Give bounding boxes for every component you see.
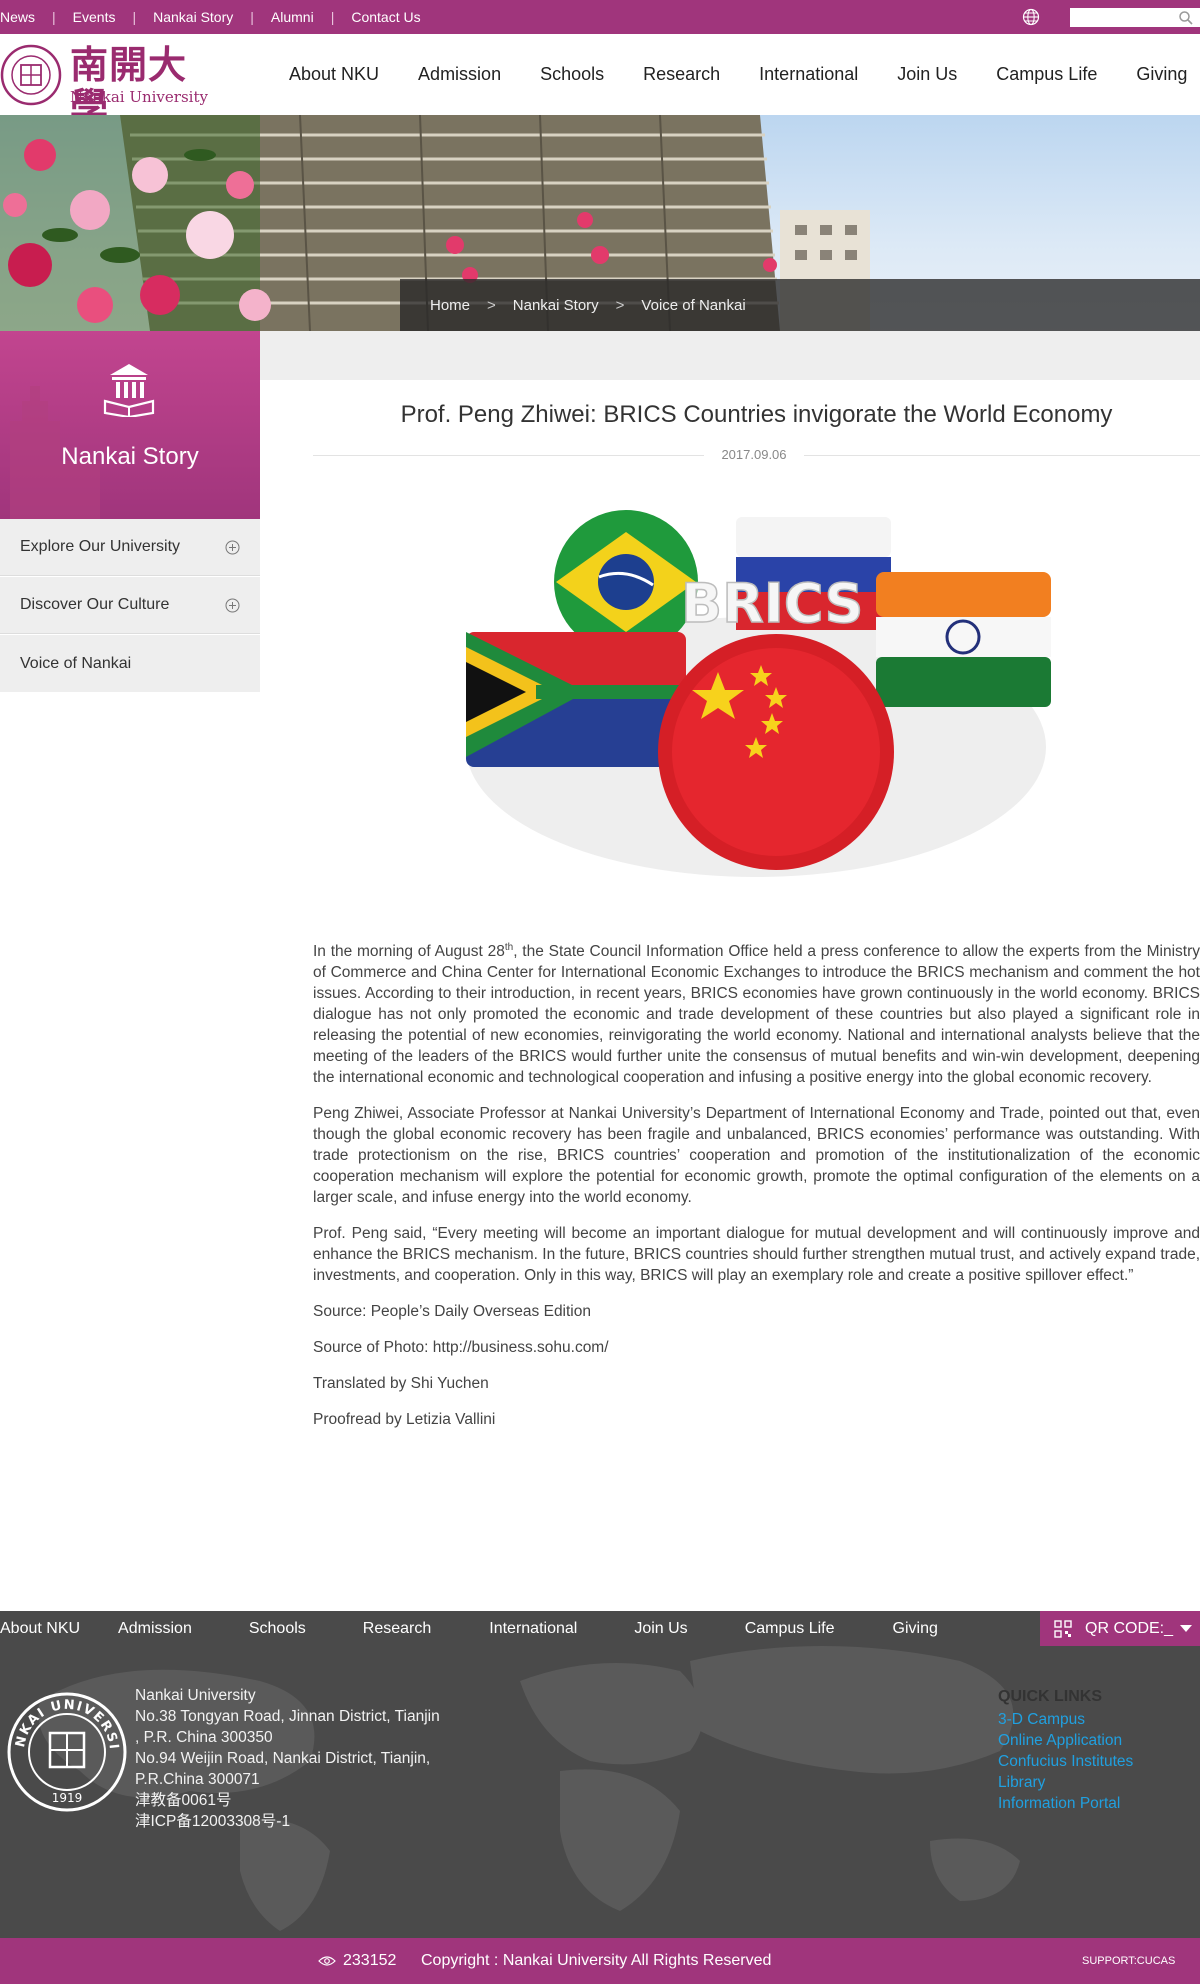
support-link[interactable]: SUPPORT:CUCAS [1082, 1938, 1175, 1984]
top-link-contact-us[interactable]: Contact Us [351, 9, 420, 25]
article-image: BRICS [456, 497, 1056, 897]
logo-english-name: Nankai University [70, 88, 208, 106]
nav-international[interactable]: International [759, 64, 858, 85]
footer-nav-admission[interactable]: Admission [118, 1620, 192, 1638]
university-seal-icon [0, 44, 62, 106]
breadcrumb-voice-of-nankai[interactable]: Voice of Nankai [641, 297, 745, 314]
sidebar-item-discover-our-culture[interactable]: Discover Our Culture [0, 577, 260, 634]
site-logo[interactable]: 南開大學 Nankai University [0, 44, 210, 128]
quick-link-library[interactable]: Library [998, 1772, 1133, 1793]
article-body: In the morning of August 28th, the State… [313, 941, 1200, 1445]
site-footer: About NKU Admission Schools Research Int… [0, 1611, 1200, 1938]
page-banner: Home > Nankai Story > Voice of Nankai [0, 115, 1200, 331]
nav-research[interactable]: Research [643, 64, 720, 85]
article-source: Source: People’s Daily Overseas Edition [313, 1303, 591, 1320]
footer-nav: About NKU Admission Schools Research Int… [0, 1611, 938, 1646]
top-links: News | Events | Nankai Story | Alumni | … [0, 0, 421, 34]
brics-image-text: BRICS [681, 572, 863, 635]
nav-join-us[interactable]: Join Us [897, 64, 957, 85]
breadcrumb-separator: > [615, 296, 625, 314]
quick-link-information-portal[interactable]: Information Portal [998, 1793, 1133, 1814]
footer-nav-international[interactable]: International [489, 1620, 577, 1638]
quick-link-confucius-institutes[interactable]: Confucius Institutes [998, 1751, 1133, 1772]
article-title: Prof. Peng Zhiwei: BRICS Countries invig… [400, 401, 1113, 428]
quick-links-title: QUICK LINKS [998, 1688, 1102, 1705]
footer-address: Nankai University No.38 Tongyan Road, Ji… [135, 1685, 440, 1832]
qr-code-icon [1054, 1620, 1072, 1638]
top-link-events[interactable]: Events [73, 9, 116, 25]
address-line: P.R.China 300071 [135, 1771, 260, 1788]
nav-admission[interactable]: Admission [418, 64, 501, 85]
paragraph-text: , the State Council Information Office h… [313, 943, 1200, 1086]
sidebar-item-label: Explore Our University [20, 538, 181, 555]
separator: | [330, 9, 335, 25]
globe-icon[interactable] [1022, 8, 1040, 26]
visit-count: 233152 [343, 1952, 397, 1969]
translator-credit: Translated by Shi Yuchen [313, 1375, 489, 1392]
nav-about-nku[interactable]: About NKU [289, 64, 379, 85]
university-seal-icon: NANKAI UNIVERSITY 1919 [6, 1691, 127, 1812]
article-date: 2017.09.06 [704, 447, 804, 462]
separator: | [250, 9, 254, 25]
article-paragraph: Peng Zhiwei, Associate Professor at Nank… [313, 1105, 1200, 1206]
footer-nav-join-us[interactable]: Join Us [634, 1620, 687, 1638]
search-icon[interactable] [1178, 10, 1194, 26]
paragraph-text: In the morning of August 28 [313, 943, 505, 960]
separator: | [52, 9, 56, 25]
sidebar-item-voice-of-nankai[interactable]: Voice of Nankai [0, 635, 260, 692]
quick-link-3d-campus[interactable]: 3-D Campus [998, 1709, 1133, 1730]
address-line: Nankai University [135, 1687, 256, 1704]
main-nav: About NKU Admission Schools Research Int… [289, 34, 1200, 115]
ordinal-suffix: th [504, 941, 514, 953]
nav-campus-life[interactable]: Campus Life [996, 64, 1097, 85]
sidebar-header: Nankai Story [0, 331, 260, 519]
quick-link-online-application[interactable]: Online Application [998, 1730, 1133, 1751]
seal-year: 1919 [52, 1791, 83, 1805]
top-bar: News | Events | Nankai Story | Alumni | … [0, 0, 1200, 34]
breadcrumb: Home > Nankai Story > Voice of Nankai [400, 279, 1200, 331]
footer-nav-research[interactable]: Research [363, 1620, 431, 1638]
content-top-strip [260, 331, 1200, 380]
footer-nav-giving[interactable]: Giving [893, 1620, 938, 1638]
footer-nav-schools[interactable]: Schools [249, 1620, 306, 1638]
visit-counter: 233152 [318, 1938, 396, 1984]
photo-source: Source of Photo: http://business.sohu.co… [313, 1339, 609, 1356]
quick-links-list: 3-D Campus Online Application Confucius … [998, 1709, 1133, 1814]
sidebar-item-explore-our-university[interactable]: Explore Our University [0, 519, 260, 576]
address-line: No.94 Weijin Road, Nankai District, Tian… [135, 1750, 431, 1767]
nav-schools[interactable]: Schools [540, 64, 604, 85]
qr-code-dropdown[interactable]: QR CODE:_ [1040, 1611, 1200, 1646]
book-icon [103, 364, 155, 417]
proofreader-credit: Proofread by Letizia Vallini [313, 1411, 496, 1428]
breadcrumb-home[interactable]: Home [430, 297, 470, 314]
expand-plus-icon[interactable] [225, 598, 240, 613]
top-link-news[interactable]: News [0, 9, 35, 25]
sidebar-header-background [10, 386, 100, 519]
top-link-nankai-story[interactable]: Nankai Story [153, 9, 233, 25]
breadcrumb-nankai-story[interactable]: Nankai Story [513, 297, 599, 314]
address-line: No.38 Tongyan Road, Jinnan District, Tia… [135, 1708, 440, 1725]
address-line: 津教备0061号 [135, 1792, 232, 1809]
sidebar-title: Nankai Story [61, 443, 199, 470]
article-paragraph: In the morning of August 28th, the State… [313, 941, 1200, 1088]
footer-nav-about-nku[interactable]: About NKU [0, 1620, 80, 1638]
article-paragraph: Prof. Peng said, “Every meeting will bec… [313, 1225, 1200, 1284]
address-line: , P.R. China 300350 [135, 1729, 273, 1746]
breadcrumb-separator: > [487, 296, 496, 314]
copyright-text: Copyright : Nankai University All Rights… [421, 1952, 772, 1969]
sidebar-item-label: Discover Our Culture [20, 596, 170, 613]
footer-nav-campus-life[interactable]: Campus Life [745, 1620, 835, 1638]
site-header: 南開大學 Nankai University About NKU Admissi… [0, 34, 1200, 128]
bottom-bar: 233152 Copyright : Nankai University All… [0, 1938, 1200, 1984]
separator: | [132, 9, 137, 25]
qr-code-label: QR CODE:_ [1085, 1619, 1174, 1637]
address-line: 津ICP备12003308号-1 [135, 1813, 291, 1830]
eye-icon [318, 1956, 336, 1966]
expand-plus-icon[interactable] [225, 540, 240, 555]
caret-down-icon [1180, 1625, 1192, 1632]
sidebar-item-label: Voice of Nankai [20, 654, 132, 672]
top-link-alumni[interactable]: Alumni [271, 9, 314, 25]
nav-giving[interactable]: Giving [1136, 64, 1187, 85]
